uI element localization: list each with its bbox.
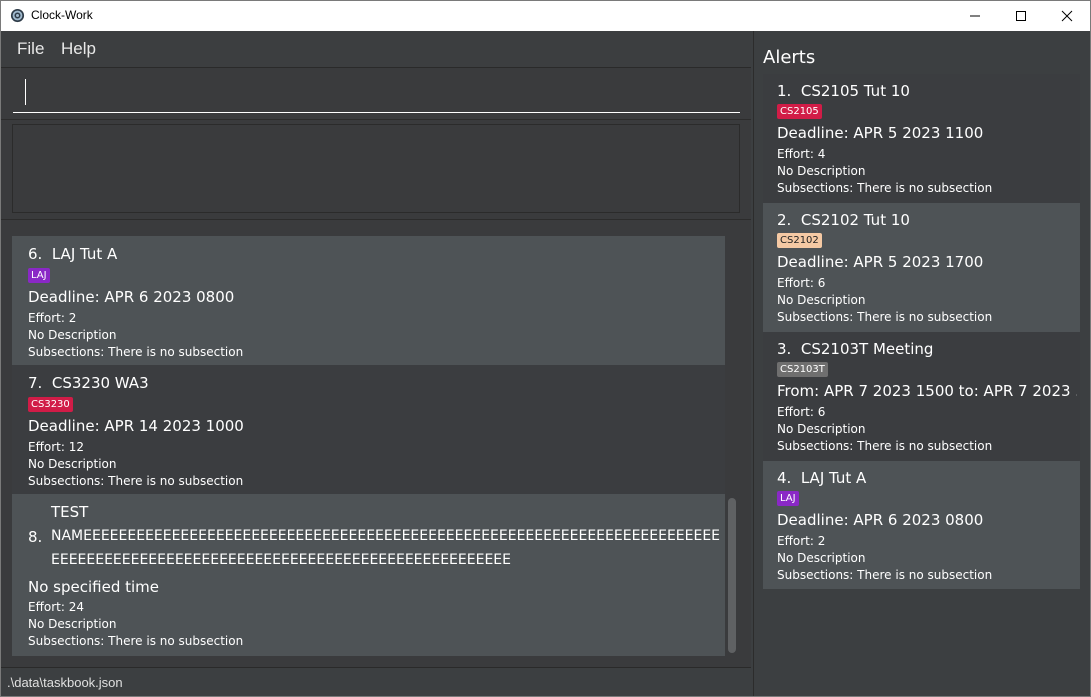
alerts-pane: Alerts 1. CS2105 Tut 10 CS2105 Deadline:…	[753, 31, 1090, 696]
maximize-icon	[1016, 11, 1026, 21]
alert-subsections: Subsections: There is no subsection	[777, 439, 993, 453]
task-list: 6. LAJ Tut A LAJ Deadline: APR 6 2023 08…	[12, 236, 725, 656]
task-title: 7. CS3230 WA3	[28, 374, 149, 392]
alert-effort: Effort: 6	[777, 276, 826, 290]
alert-description: No Description	[777, 293, 866, 307]
task-subsections: Subsections: There is no subsection	[28, 474, 244, 488]
task-index: 8.	[28, 528, 43, 546]
task-description: No Description	[28, 457, 117, 471]
alert-title: 3. CS2103T Meeting	[777, 340, 933, 358]
alert-card[interactable]: 3. CS2103T Meeting CS2103T From: APR 7 2…	[763, 332, 1080, 461]
alert-name: CS2103T Meeting	[800, 340, 934, 358]
alert-title: 2. CS2102 Tut 10	[777, 211, 910, 229]
alert-title: 4. LAJ Tut A	[777, 469, 866, 487]
task-effort: Effort: 24	[28, 600, 84, 614]
alert-index: 3.	[777, 340, 792, 358]
app-window: Clock-Work File Help 6. LAJ Tut A LAJ De…	[0, 0, 1091, 697]
minimize-button[interactable]	[952, 1, 998, 31]
text-caret	[25, 79, 26, 105]
alert-name: CS2105 Tut 10	[800, 82, 910, 100]
task-name: CS3230 WA3	[51, 374, 149, 392]
alert-description: No Description	[777, 164, 866, 178]
alert-card[interactable]: 2. CS2102 Tut 10 CS2102 Deadline: APR 5 …	[763, 203, 1080, 332]
alerts-title: Alerts	[763, 47, 816, 68]
alert-card[interactable]: 1. CS2105 Tut 10 CS2105 Deadline: APR 5 …	[763, 74, 1080, 203]
task-subsections: Subsections: There is no subsection	[28, 634, 244, 648]
menu-bar: File Help	[1, 31, 751, 68]
status-bar: .\data\taskbook.json	[1, 667, 751, 696]
alert-effort: Effort: 6	[777, 405, 826, 419]
alert-deadline: From: APR 7 2023 1500 to: APR 7 2023 ...	[777, 382, 1077, 400]
task-card[interactable]: 7. CS3230 WA3 CS3230 Deadline: APR 14 20…	[12, 365, 725, 494]
task-title: 6. LAJ Tut A	[28, 245, 117, 263]
task-effort: Effort: 12	[28, 440, 84, 454]
task-list-scrollbar[interactable]	[728, 498, 736, 653]
task-index: 7.	[28, 374, 43, 392]
alert-deadline: Deadline: APR 5 2023 1700	[777, 253, 984, 271]
divider	[1, 119, 751, 120]
alert-index: 1.	[777, 82, 792, 100]
alert-description: No Description	[777, 551, 866, 565]
task-deadline: No specified time	[28, 578, 160, 596]
window-title: Clock-Work	[31, 8, 93, 22]
close-icon	[1061, 10, 1073, 22]
result-display	[12, 124, 740, 213]
divider	[1, 219, 751, 220]
alert-name: CS2102 Tut 10	[800, 211, 910, 229]
task-index: 6.	[28, 245, 43, 263]
task-name-line: TEST	[51, 503, 89, 521]
task-deadline: Deadline: APR 14 2023 1000	[28, 417, 244, 435]
alert-index: 4.	[777, 469, 792, 487]
tag-badge: CS2103T	[777, 362, 828, 377]
alert-title: 1. CS2105 Tut 10	[777, 82, 910, 100]
menu-file[interactable]: File	[17, 39, 44, 59]
main-pane: File Help 6. LAJ Tut A LAJ Deadline: APR…	[1, 31, 751, 667]
alert-subsections: Subsections: There is no subsection	[777, 568, 993, 582]
task-description: No Description	[28, 328, 117, 342]
tag-badge: CS2102	[777, 233, 822, 248]
task-description: No Description	[28, 617, 117, 631]
alert-card[interactable]: 4. LAJ Tut A LAJ Deadline: APR 6 2023 08…	[763, 461, 1080, 589]
tag-badge: CS3230	[28, 397, 73, 412]
tag-badge: CS2105	[777, 104, 822, 119]
task-name-line: EEEEEEEEEEEEEEEEEEEEEEEEEEEEEEEEEEEEEEEE…	[51, 552, 511, 568]
alert-effort: Effort: 4	[777, 147, 826, 161]
task-card[interactable]: 6. LAJ Tut A LAJ Deadline: APR 6 2023 08…	[12, 236, 725, 365]
task-name: LAJ Tut A	[51, 245, 118, 263]
file-path: .\data\taskbook.json	[7, 675, 123, 690]
gear-icon	[10, 8, 25, 23]
alert-index: 2.	[777, 211, 792, 229]
tag-badge: LAJ	[28, 268, 50, 283]
alert-subsections: Subsections: There is no subsection	[777, 310, 993, 324]
alert-subsections: Subsections: There is no subsection	[777, 181, 993, 195]
alert-deadline: Deadline: APR 6 2023 0800	[777, 511, 984, 529]
maximize-button[interactable]	[998, 1, 1044, 31]
close-button[interactable]	[1044, 1, 1090, 31]
alert-deadline: Deadline: APR 5 2023 1100	[777, 124, 984, 142]
task-subsections: Subsections: There is no subsection	[28, 345, 244, 359]
task-effort: Effort: 2	[28, 311, 77, 325]
tag-badge: LAJ	[777, 491, 799, 506]
alert-name: LAJ Tut A	[800, 469, 867, 487]
minimize-icon	[970, 15, 980, 17]
task-name-line: NAMEEEEEEEEEEEEEEEEEEEEEEEEEEEEEEEEEEEEE…	[51, 528, 721, 544]
alert-description: No Description	[777, 422, 866, 436]
command-input[interactable]	[13, 75, 740, 113]
task-card[interactable]: TEST 8. NAMEEEEEEEEEEEEEEEEEEEEEEEEEEEEE…	[12, 494, 725, 656]
alert-effort: Effort: 2	[777, 534, 826, 548]
title-bar: Clock-Work	[1, 1, 1090, 31]
menu-help[interactable]: Help	[61, 39, 96, 59]
task-deadline: Deadline: APR 6 2023 0800	[28, 288, 235, 306]
